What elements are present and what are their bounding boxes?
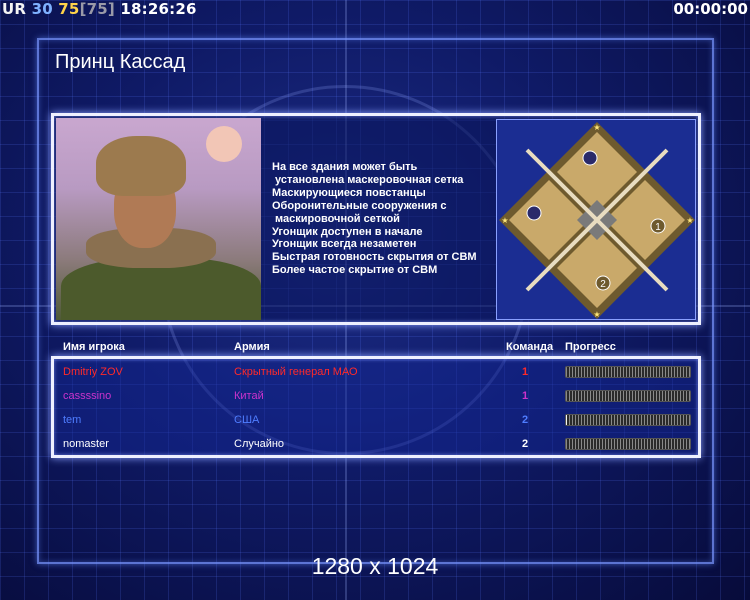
ur-value: 30	[31, 0, 53, 18]
general-portrait	[56, 118, 261, 320]
briefing-line: Быстрая готовность скрытия от СВМ	[272, 251, 477, 264]
svg-text:★: ★	[501, 216, 508, 225]
header-progress: Прогресс	[565, 341, 616, 353]
header-army: Армия	[234, 341, 270, 353]
fps-value: 75	[58, 0, 80, 18]
table-row: nomaster Случайно 2	[0, 437, 750, 453]
header-player-name: Имя игрока	[63, 341, 125, 353]
player-army: Случайно	[234, 438, 285, 450]
table-row: tem США 2	[0, 413, 750, 429]
briefing-line: маскировочной сеткой	[272, 212, 400, 225]
table-row: cassssino Китай 1	[0, 389, 750, 405]
svg-text:★: ★	[593, 310, 600, 319]
briefing-line: Оборонительные сооружения с	[272, 199, 447, 212]
clock: 18:26:26	[120, 0, 197, 18]
fps-limit: [75]	[79, 0, 115, 18]
player-army: Китай	[234, 390, 264, 402]
svg-text:★: ★	[593, 123, 600, 132]
hud-stats: UR 30 75[75] 18:26:26	[2, 0, 197, 20]
portrait-turban	[96, 136, 186, 196]
minimap-svg: 1 2 ★ ★ ★ ★	[497, 120, 695, 319]
table-row: Dmitriy ZOV Скрытный генерал МАО 1	[0, 365, 750, 381]
general-title: Принц Кассад	[55, 51, 186, 73]
player-team: 1	[522, 390, 529, 402]
header-team: Команда	[506, 341, 554, 353]
progress-bar	[565, 438, 691, 450]
svg-text:★: ★	[686, 216, 693, 225]
briefing-line: Угонщик доступен в начале	[272, 225, 423, 238]
player-team: 2	[522, 438, 529, 450]
minimap-preview: 1 2 ★ ★ ★ ★	[496, 119, 696, 320]
briefing-line: установлена маскеровочная сетка	[272, 173, 464, 186]
progress-bar	[565, 366, 691, 378]
progress-bar	[565, 390, 691, 402]
ur-label: UR	[2, 0, 27, 18]
briefing-text: На все здания может быть установлена мас…	[272, 161, 492, 277]
briefing-line: Угонщик всегда незаметен	[272, 238, 417, 251]
player-name: cassssino	[63, 390, 112, 402]
game-timer: 00:00:00	[673, 0, 748, 18]
briefing-line: На все здания может быть	[272, 161, 418, 173]
player-name: tem	[63, 414, 82, 426]
player-team: 1	[522, 366, 529, 378]
player-team: 2	[522, 414, 529, 426]
start-position-2: 2	[600, 279, 606, 290]
player-name: nomaster	[63, 438, 109, 450]
sun-shape	[206, 126, 242, 162]
start-position-1: 1	[655, 222, 661, 233]
resolution-label: 1280 x 1024	[311, 553, 439, 579]
progress-fill	[566, 415, 568, 425]
player-name: Dmitriy ZOV	[63, 366, 123, 378]
briefing-line: Маскирующиеся повстанцы	[272, 186, 426, 199]
briefing-line: Более частое скрытие от СВМ	[272, 264, 438, 277]
player-army: Скрытный генерал МАО	[234, 366, 358, 378]
progress-bar	[565, 414, 691, 426]
player-army: США	[234, 414, 260, 426]
